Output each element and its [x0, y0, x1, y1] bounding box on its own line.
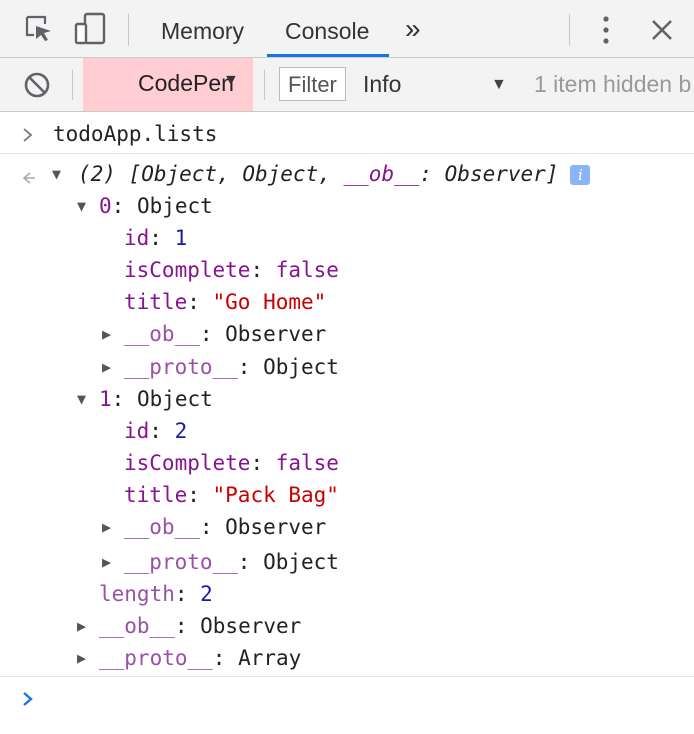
property-proto[interactable]: __proto__: Object	[124, 353, 339, 381]
expand-triangle-icon[interactable]: ▼	[52, 160, 61, 188]
array-item-0[interactable]: 0: Object	[99, 192, 213, 220]
console-prompt-input[interactable]	[45, 682, 685, 716]
devtools-tab-bar: Memory Console »	[0, 0, 694, 58]
more-tabs-button[interactable]: »	[405, 0, 421, 57]
device-toolbar-icon[interactable]	[74, 12, 108, 51]
collapsed-triangle-icon[interactable]: ▶	[77, 612, 86, 640]
collapsed-triangle-icon[interactable]: ▶	[102, 548, 111, 576]
divider	[569, 14, 570, 46]
collapsed-triangle-icon[interactable]: ▶	[102, 513, 111, 541]
array-property-ob[interactable]: __ob__: Observer	[99, 612, 301, 640]
property-id: id: 1	[124, 226, 188, 250]
property-ob[interactable]: __ob__: Observer	[124, 320, 326, 348]
collapsed-triangle-icon[interactable]: ▶	[102, 353, 111, 381]
dropdown-arrow-icon: ▼	[223, 72, 239, 89]
property-is-complete: isComplete: false	[124, 258, 339, 282]
close-icon[interactable]	[650, 18, 674, 47]
divider	[72, 70, 73, 100]
result-arrow-icon	[21, 166, 37, 190]
expand-triangle-icon[interactable]: ▼	[77, 192, 86, 220]
property-id: id: 2	[124, 419, 188, 443]
divider	[0, 153, 694, 154]
divider	[128, 14, 129, 46]
array-item-1[interactable]: 1: Object	[99, 385, 213, 413]
property-title: title: "Pack Bag"	[124, 483, 339, 507]
hidden-items-count: 1 item hidden b	[534, 71, 692, 97]
property-is-complete: isComplete: false	[124, 451, 339, 475]
property-title: title: "Go Home"	[124, 290, 327, 314]
info-icon[interactable]: i	[570, 165, 591, 185]
console-toolbar: CodePen ▼ Filter Info ▼ 1 item hidden b	[0, 58, 694, 112]
divider	[264, 70, 265, 100]
context-selector[interactable]: CodePen ▼	[83, 58, 253, 111]
property-ob[interactable]: __ob__: Observer	[124, 513, 326, 541]
property-proto[interactable]: __proto__: Object	[124, 548, 339, 576]
clear-console-icon[interactable]	[23, 71, 51, 104]
expand-triangle-icon[interactable]: ▼	[77, 385, 86, 413]
tab-memory[interactable]: Memory	[161, 0, 244, 57]
console-input-echo: todoApp.lists	[53, 122, 218, 146]
inspect-element-icon[interactable]	[24, 14, 54, 49]
kebab-menu-icon[interactable]	[598, 14, 614, 51]
array-property-proto[interactable]: __proto__: Array	[99, 644, 301, 672]
tab-console[interactable]: Console	[285, 0, 369, 57]
property-length: length: 2	[99, 582, 213, 606]
divider	[0, 676, 694, 677]
collapsed-triangle-icon[interactable]: ▶	[77, 644, 86, 672]
active-tab-indicator	[267, 54, 389, 57]
log-levels-selector[interactable]: Info	[363, 71, 401, 98]
console-prompt-icon	[21, 689, 35, 713]
context-label: CodePen	[138, 70, 234, 96]
array-summary[interactable]: (2) [Object, Object, __ob__: Observer] i	[78, 160, 591, 188]
input-chevron-icon	[22, 124, 34, 148]
dropdown-arrow-icon[interactable]: ▼	[491, 76, 507, 94]
collapsed-triangle-icon[interactable]: ▶	[102, 320, 111, 348]
filter-input[interactable]: Filter	[279, 67, 346, 101]
